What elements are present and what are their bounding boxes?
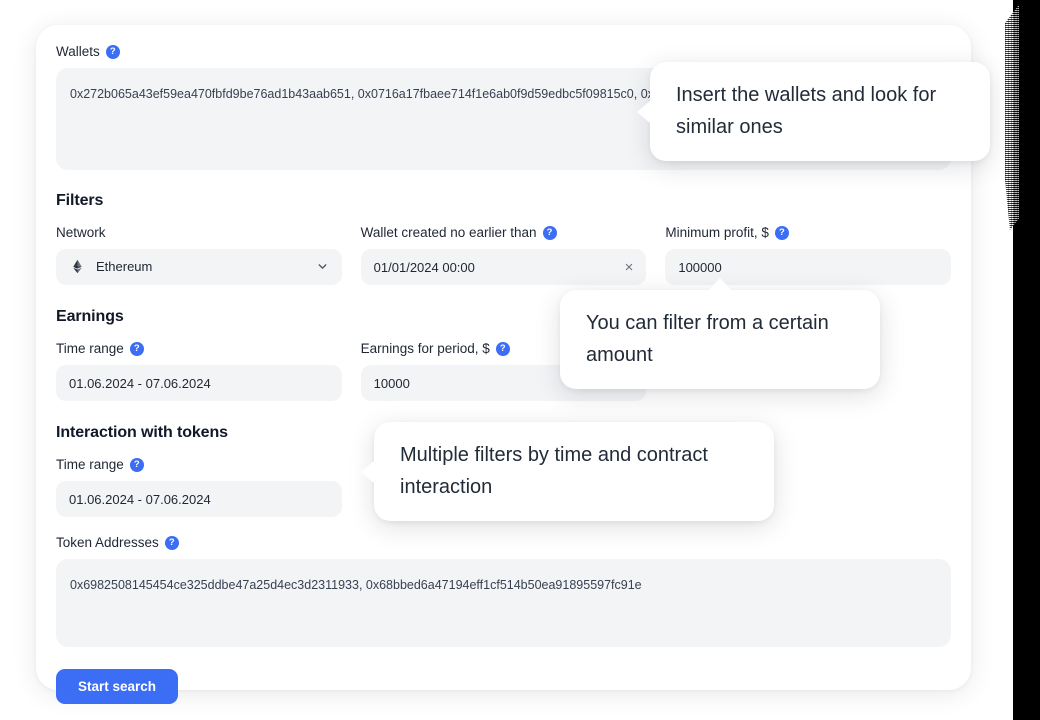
help-icon[interactable]: ?	[495, 342, 510, 356]
minimum-profit-label: Minimum profit, $	[665, 225, 769, 241]
app-screen: Wallets ? 0x272b065a43ef59ea470fbfd9be76…	[0, 0, 1040, 720]
filters-row: Network Ethereum Wallet created no earli…	[56, 226, 952, 285]
wallets-label-row: Wallets ?	[56, 45, 951, 59]
minimum-profit-value: 100000	[678, 259, 722, 275]
help-icon[interactable]: ?	[129, 342, 144, 356]
interaction-time-range-input[interactable]: 01.06.2024 - 07.06.2024	[56, 481, 342, 517]
interaction-time-range-label: Time range	[56, 457, 124, 473]
interaction-time-range-value: 01.06.2024 - 07.06.2024	[69, 491, 211, 507]
tooltip-pointer-icon	[637, 99, 651, 124]
interaction-time-range-group: Time range ? 01.06.2024 - 07.06.2024	[56, 458, 342, 517]
help-icon[interactable]: ?	[774, 226, 789, 240]
earnings-time-range-label-row: Time range ?	[56, 342, 342, 356]
network-select[interactable]: Ethereum	[56, 248, 342, 285]
token-addresses-label-row: Token Addresses ?	[56, 536, 951, 550]
token-addresses-label: Token Addresses	[56, 535, 159, 551]
wallet-created-label-row: Wallet created no earlier than ?	[361, 226, 647, 240]
network-label-row: Network	[56, 226, 342, 240]
network-field-group: Network Ethereum	[56, 226, 342, 285]
wallet-created-field-group: Wallet created no earlier than ? 01/01/2…	[360, 226, 647, 285]
earnings-time-range-label: Time range	[56, 341, 124, 357]
token-addresses-group: Token Addresses ? 0x6982508145454ce325dd…	[56, 536, 951, 647]
wallets-label: Wallets	[56, 44, 100, 60]
tooltip-pointer-icon	[708, 278, 732, 291]
interaction-time-range-label-row: Time range ?	[56, 458, 342, 472]
tooltip-filters: Multiple filters by time and contract in…	[361, 422, 774, 522]
tooltip-amount: You can filter from a certain amount	[560, 278, 880, 390]
close-icon[interactable]: ×	[619, 260, 634, 275]
tooltip-wallets-text: Insert the wallets and look for similar …	[676, 84, 937, 138]
tooltip-pointer-icon	[361, 459, 375, 484]
earnings-time-range-group: Time range ? 01.06.2024 - 07.06.2024	[56, 342, 342, 401]
filters-section-title: Filters	[56, 192, 104, 209]
wallet-created-input[interactable]: 01/01/2024 00:00 ×	[360, 249, 647, 285]
tooltip-amount-text: You can filter from a certain amount	[586, 312, 829, 366]
wallet-created-value: 01/01/2024 00:00	[373, 259, 475, 275]
tooltip-filters-text: Multiple filters by time and contract in…	[400, 444, 708, 498]
help-icon[interactable]: ?	[105, 45, 120, 59]
earnings-period-label: Earnings for period, $	[360, 341, 490, 357]
network-value: Ethereum	[96, 259, 153, 274]
token-addresses-input[interactable]: 0x6982508145454ce325ddbe47a25d4ec3d23119…	[56, 559, 951, 647]
help-icon[interactable]: ?	[164, 536, 179, 550]
chevron-down-icon[interactable]	[316, 260, 329, 273]
minimum-profit-label-row: Minimum profit, $ ?	[665, 226, 951, 240]
earnings-time-range-input[interactable]: 01.06.2024 - 07.06.2024	[56, 365, 342, 401]
minimum-profit-field-group: Minimum profit, $ ? 100000	[665, 226, 952, 285]
tooltip-wallets: Insert the wallets and look for similar …	[637, 62, 990, 162]
earnings-time-range-value: 01.06.2024 - 07.06.2024	[69, 375, 211, 391]
start-search-button[interactable]: Start search	[56, 669, 179, 704]
right-edge-noise-artifact	[1005, 4, 1019, 230]
ethereum-logo	[69, 258, 86, 275]
help-icon[interactable]: ?	[129, 458, 144, 472]
wallet-created-label: Wallet created no earlier than	[360, 225, 537, 241]
network-label: Network	[56, 225, 106, 240]
help-icon[interactable]: ?	[542, 226, 557, 240]
